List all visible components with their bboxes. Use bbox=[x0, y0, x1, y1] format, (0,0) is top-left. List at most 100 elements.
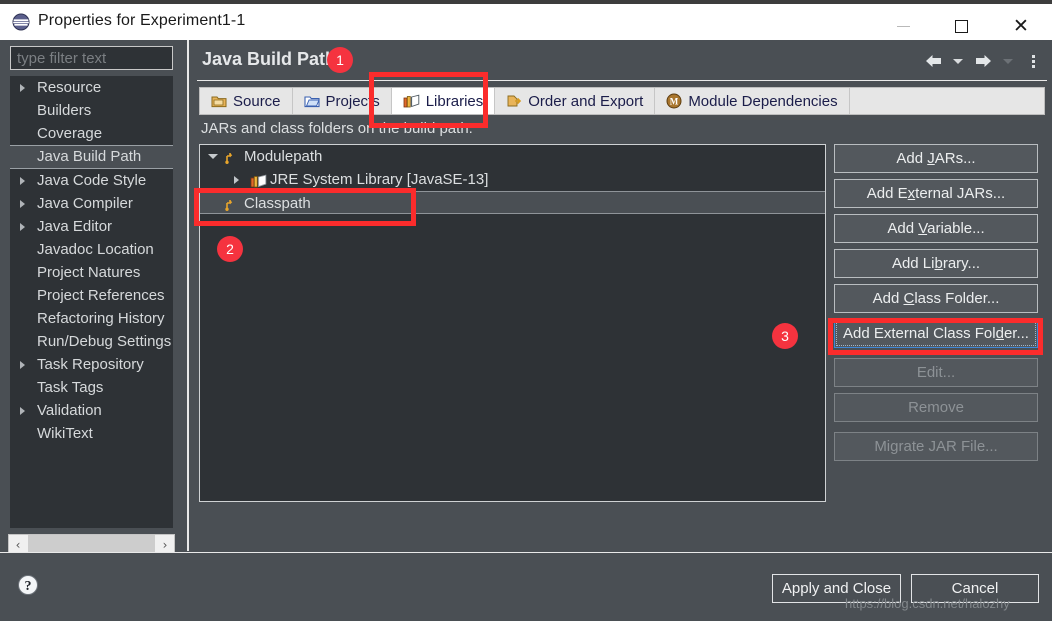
build-path-entries-tree[interactable]: Modulepath JRE System Library [JavaSE-13]… bbox=[199, 144, 826, 502]
close-button[interactable]: ✕ bbox=[998, 8, 1044, 44]
back-history-chevron-down-icon[interactable] bbox=[947, 49, 969, 73]
chevron-right-icon[interactable] bbox=[20, 360, 25, 369]
chevron-right-icon[interactable] bbox=[20, 83, 25, 92]
sidebar-item[interactable]: Builders bbox=[10, 99, 173, 122]
add-external-class-folder-button[interactable]: Add External Class Folder... bbox=[834, 319, 1038, 348]
sidebar-item[interactable]: Task Repository bbox=[10, 353, 173, 376]
remove-button: Remove bbox=[834, 393, 1038, 422]
sidebar-item[interactable]: Coverage bbox=[10, 122, 173, 145]
svg-text:M: M bbox=[670, 97, 679, 107]
scroll-left-icon[interactable]: ‹ bbox=[9, 538, 27, 552]
sidebar-item-label: Coverage bbox=[37, 125, 103, 142]
close-icon: ✕ bbox=[1013, 14, 1029, 37]
maximize-icon bbox=[954, 19, 968, 33]
add-jars-button[interactable]: Add JARs... bbox=[834, 144, 1038, 173]
tab-label: Libraries bbox=[425, 92, 484, 110]
dialog-body: type filter text Resource Builders Coverag… bbox=[0, 40, 1052, 555]
tree-row-label: JRE System Library [JavaSE-13] bbox=[270, 171, 489, 188]
sidebar-item-label: Project Natures bbox=[37, 264, 141, 281]
edit-button: Edit... bbox=[834, 358, 1038, 387]
sidebar-item[interactable]: Java Code Style bbox=[10, 169, 173, 192]
maximize-button[interactable] bbox=[938, 8, 984, 44]
sidebar-item-label: Java Editor bbox=[37, 218, 113, 235]
filter-input[interactable]: type filter text bbox=[10, 46, 173, 70]
sidebar-item[interactable]: Refactoring History bbox=[10, 307, 173, 330]
forward-history-chevron-down-icon[interactable] bbox=[997, 49, 1019, 73]
settings-content-pane: Java Build Path Source Projects Libraries O… bbox=[187, 40, 1052, 551]
sidebar-item-label: Java Compiler bbox=[37, 195, 133, 212]
order-export-icon bbox=[506, 94, 522, 108]
sidebar-item-label: Resource bbox=[37, 79, 102, 96]
scroll-right-icon[interactable]: › bbox=[156, 538, 174, 552]
settings-nav-pane: type filter text Resource Builders Coverag… bbox=[0, 40, 187, 555]
section-label: JARs and class folders on the build path… bbox=[201, 120, 473, 137]
projects-folder-icon bbox=[303, 94, 320, 108]
sidebar-item[interactable]: WikiText bbox=[10, 422, 173, 445]
sidebar-item-label: Task Tags bbox=[37, 379, 104, 396]
page-menu-icon[interactable] bbox=[1022, 49, 1044, 73]
sidebar-item[interactable]: Javadoc Location bbox=[10, 238, 173, 261]
sidebar-item[interactable]: Java Build Path bbox=[10, 145, 173, 169]
chevron-down-icon[interactable] bbox=[208, 154, 218, 159]
build-path-tabs[interactable]: Source Projects Libraries Order and Export M… bbox=[199, 87, 1045, 115]
sidebar-item[interactable]: Project Natures bbox=[10, 261, 173, 284]
chevron-right-icon[interactable] bbox=[234, 176, 239, 184]
button-label: Edit... bbox=[916, 364, 956, 381]
button-label: Remove bbox=[908, 399, 964, 416]
chevron-right-icon[interactable] bbox=[20, 222, 25, 231]
back-arrow-icon[interactable] bbox=[922, 49, 944, 73]
page-title: Java Build Path bbox=[202, 49, 337, 69]
sidebar-item-label: Builders bbox=[37, 102, 92, 119]
eclipse-logo-icon bbox=[12, 13, 30, 31]
title-divider bbox=[197, 80, 1047, 81]
sidebar-item[interactable]: Task Tags bbox=[10, 376, 173, 399]
properties-dialog: Properties for Experiment1-1 ✕ type filt… bbox=[0, 0, 1052, 621]
sidebar-item-label: Java Build Path bbox=[37, 148, 142, 165]
filter-placeholder: type filter text bbox=[17, 50, 107, 67]
tree-row[interactable]: Classpath bbox=[200, 191, 825, 214]
sidebar-item[interactable]: Run/Debug Settings bbox=[10, 330, 173, 353]
minimize-icon bbox=[896, 25, 910, 27]
minimize-button[interactable] bbox=[880, 8, 926, 44]
title-bar: Properties for Experiment1-1 ✕ bbox=[0, 4, 1052, 40]
annotation-badge-2: 2 bbox=[217, 236, 243, 262]
annotation-badge-3: 3 bbox=[772, 323, 798, 349]
add-external-jars-button[interactable]: Add External JARs... bbox=[834, 179, 1038, 208]
svg-text:?: ? bbox=[25, 579, 32, 594]
tab-projects[interactable]: Projects bbox=[293, 88, 392, 114]
forward-arrow-icon[interactable] bbox=[972, 49, 994, 73]
tab-strip-filler bbox=[849, 88, 1044, 114]
migrate-jar-file-button: Migrate JAR File... bbox=[834, 432, 1038, 461]
sidebar-item-label: Task Repository bbox=[37, 356, 144, 373]
tab-libraries[interactable]: Libraries bbox=[391, 88, 496, 114]
sidebar-item-label: Validation bbox=[37, 402, 102, 419]
chevron-right-icon[interactable] bbox=[20, 199, 25, 208]
tree-row[interactable]: Modulepath bbox=[200, 145, 825, 168]
sidebar-item-label: Run/Debug Settings bbox=[37, 333, 172, 350]
sidebar-item[interactable]: Resource bbox=[10, 76, 173, 99]
button-label: Add External Class Folder... bbox=[843, 325, 1029, 342]
button-label: Add External JARs... bbox=[866, 185, 1006, 202]
watermark: https://blog.csdn.net/halozhy bbox=[845, 596, 1010, 611]
tab-label: Projects bbox=[325, 92, 380, 110]
sidebar-item[interactable]: Project References bbox=[10, 284, 173, 307]
tab-module-dependencies[interactable]: M Module Dependencies bbox=[655, 88, 850, 114]
sidebar-item[interactable]: Java Compiler bbox=[10, 192, 173, 215]
settings-tree[interactable]: Resource Builders Coverage Java Build Path J… bbox=[10, 76, 173, 528]
add-library-button[interactable]: Add Library... bbox=[834, 249, 1038, 278]
sidebar-item[interactable]: Validation bbox=[10, 399, 173, 422]
add-variable-button[interactable]: Add Variable... bbox=[834, 214, 1038, 243]
sidebar-item-label: Project References bbox=[37, 287, 165, 304]
tree-row[interactable]: JRE System Library [JavaSE-13] bbox=[200, 168, 825, 191]
sidebar-item[interactable]: Java Editor bbox=[10, 215, 173, 238]
help-icon[interactable]: ? bbox=[17, 574, 39, 596]
chevron-right-icon[interactable] bbox=[20, 176, 25, 185]
window-title: Properties for Experiment1-1 bbox=[38, 12, 246, 29]
tab-order-and-export[interactable]: Order and Export bbox=[495, 88, 656, 114]
add-class-folder-button[interactable]: Add Class Folder... bbox=[834, 284, 1038, 313]
tab-label: Order and Export bbox=[528, 92, 644, 110]
chevron-right-icon[interactable] bbox=[20, 406, 25, 415]
module-icon: M bbox=[666, 93, 682, 109]
tab-source[interactable]: Source bbox=[200, 88, 293, 114]
libraries-books-icon bbox=[403, 94, 420, 108]
